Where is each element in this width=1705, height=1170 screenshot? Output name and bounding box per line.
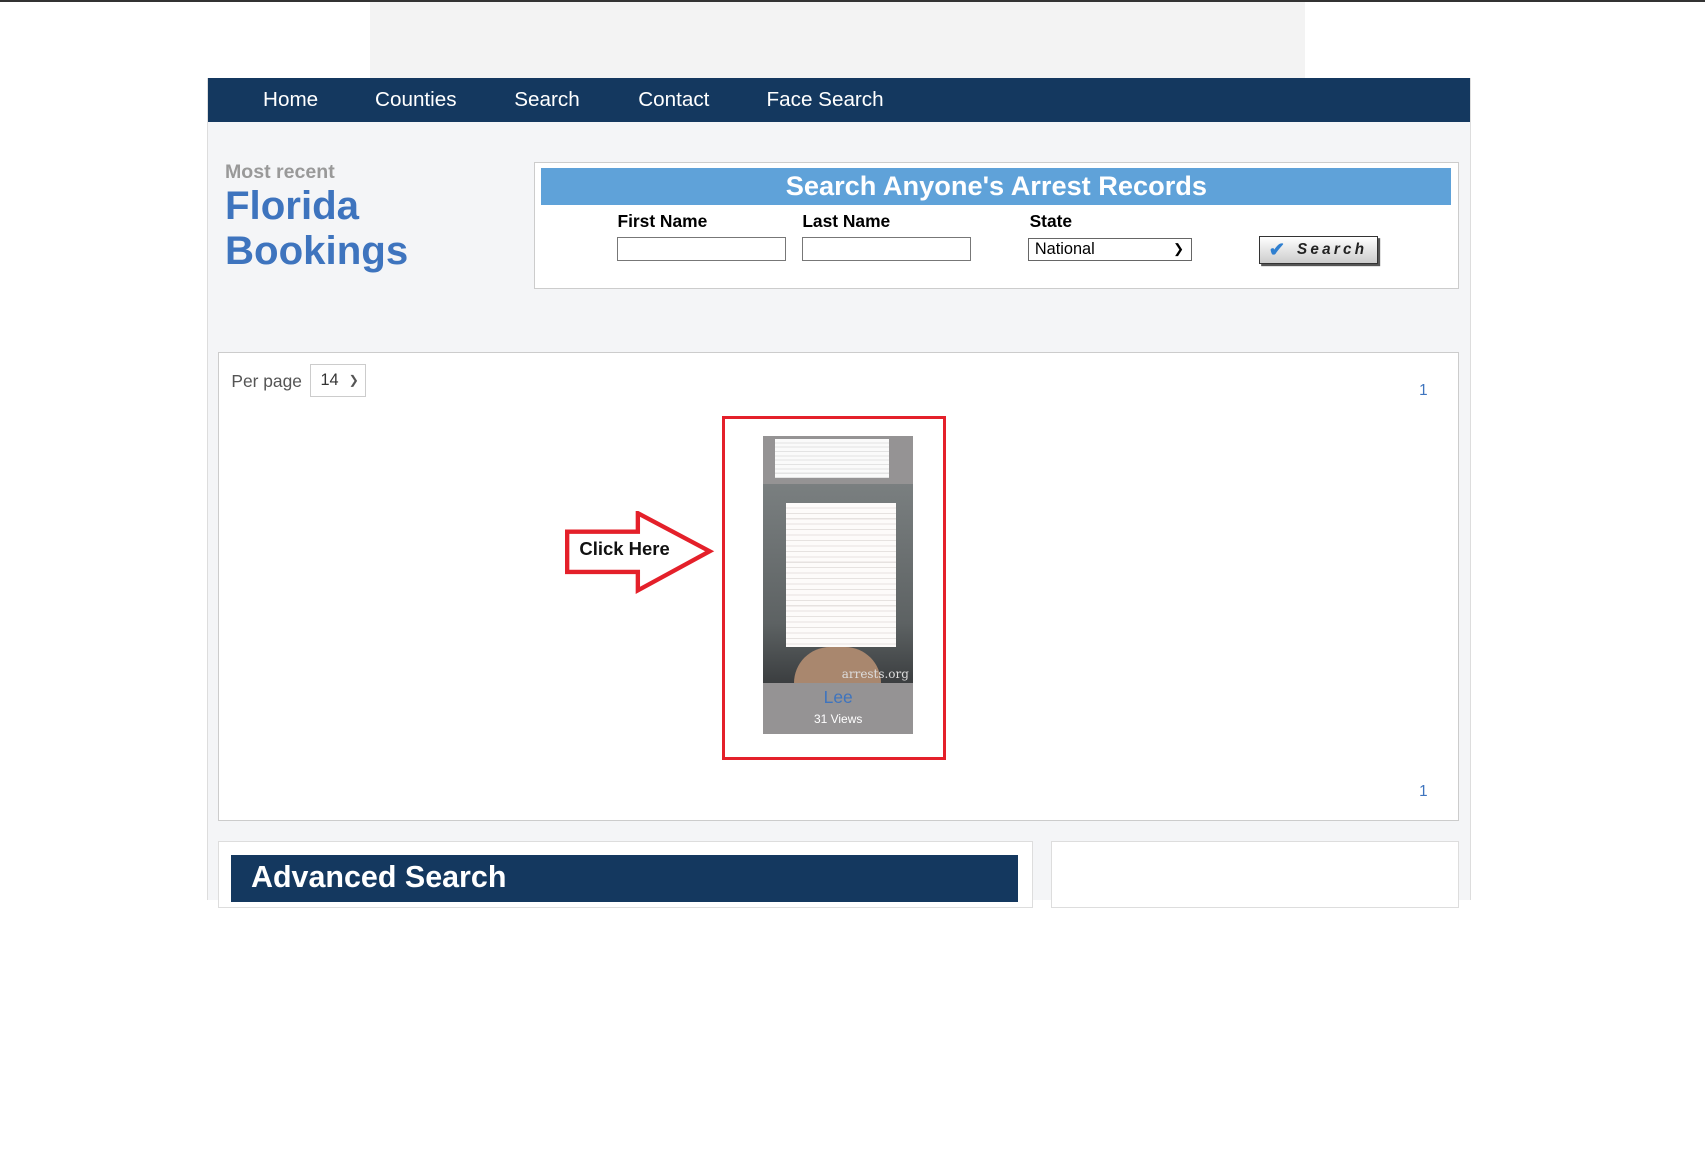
title-line2: Bookings: [224, 228, 409, 274]
booking-card[interactable]: arrests.org Lee 31 Views: [763, 435, 914, 734]
per-page-select[interactable]: 14 ❯: [309, 364, 367, 397]
last-name-input[interactable]: [802, 236, 971, 261]
most-recent-label: Most recent: [224, 160, 335, 183]
search-form: Search Anyone's Arrest Records First Nam…: [533, 162, 1459, 290]
state-label: State: [1029, 210, 1073, 231]
advanced-search-panel: Advanced Search: [218, 840, 1033, 908]
advanced-search-title: Advanced Search: [231, 854, 1018, 903]
main-nav: Home Counties Search Contact Face Search: [207, 78, 1471, 122]
title-line1: Florida: [224, 182, 360, 228]
ad-banner: [369, 2, 1305, 79]
nav-counties[interactable]: Counties: [375, 88, 457, 112]
page-container: Home Counties Search Contact Face Search…: [206, 78, 1472, 908]
side-panel: [1051, 840, 1459, 908]
chevron-down-icon: ❯: [1173, 241, 1185, 257]
redacted-face: [785, 503, 896, 647]
first-name-label: First Name: [617, 210, 708, 231]
mugshot-image[interactable]: arrests.org: [763, 483, 914, 683]
per-page-value: 14: [320, 371, 339, 390]
search-button-label: Search: [1296, 240, 1368, 258]
redacted-name: [775, 439, 890, 479]
nav-search[interactable]: Search: [514, 88, 579, 112]
nav-contact[interactable]: Contact: [638, 88, 709, 112]
last-name-label: Last Name: [802, 210, 891, 231]
nav-home[interactable]: Home: [263, 88, 318, 112]
card-views: 31 Views: [814, 712, 863, 727]
nav-face-search[interactable]: Face Search: [767, 88, 884, 112]
state-select[interactable]: National ❯: [1028, 238, 1192, 261]
bookings-list: Per page 14 ❯ 1 1 Click Here arrests.org …: [218, 352, 1459, 821]
pagination-top-page-1[interactable]: 1: [1419, 382, 1427, 399]
click-here-annotation: Click Here: [579, 538, 670, 560]
search-button[interactable]: ✔ Search: [1259, 235, 1378, 265]
first-name-input[interactable]: [617, 236, 786, 261]
search-form-title: Search Anyone's Arrest Records: [541, 168, 1452, 206]
per-page-label: Per page: [231, 370, 302, 391]
chevron-down-icon: ❯: [348, 373, 359, 388]
watermark: arrests.org: [841, 666, 909, 681]
page-title: Florida Bookings: [225, 183, 408, 274]
state-value: National: [1034, 240, 1095, 259]
card-county-link[interactable]: Lee: [763, 687, 913, 708]
checkmark-icon: ✔: [1268, 238, 1286, 261]
pagination-bottom-page-1[interactable]: 1: [1419, 783, 1427, 800]
